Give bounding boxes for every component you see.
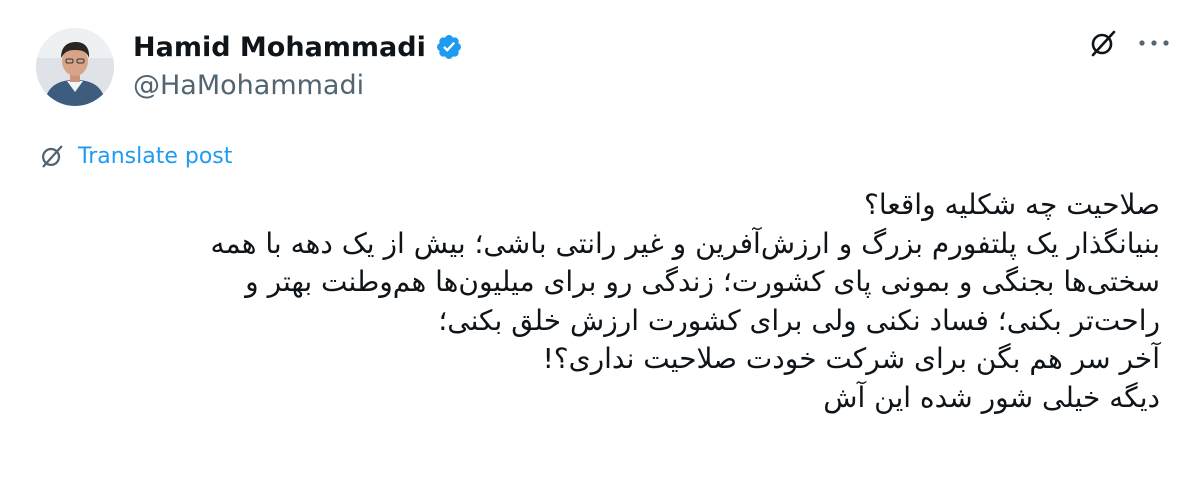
grok-icon[interactable] [1088, 28, 1118, 58]
author-name-row: Hamid Mohammadi [133, 29, 463, 65]
post-text-line: سختی‌ها بجنگی و بمونی پای کشورت؛ زندگی ر… [245, 265, 1160, 298]
post-text-line: راحت‌تر بکنی؛ فساد نکنی ولی برای کشورت ا… [438, 303, 1160, 337]
more-options-icon[interactable] [1138, 38, 1170, 48]
translate-post-link[interactable]: Translate post [38, 141, 232, 171]
verified-badge-icon[interactable] [435, 33, 463, 61]
avatar[interactable] [36, 28, 114, 106]
translate-post-label[interactable]: Translate post [78, 144, 232, 169]
author-display-name[interactable]: Hamid Mohammadi [133, 32, 426, 63]
post-text-line: آخر سر هم بگن برای شرکت خودت صلاحیت ندار… [542, 342, 1160, 375]
post-text-line: صلاحیت چه شکلیه واقعا؟ [864, 188, 1160, 221]
post-text-line: بنیانگذار یک پلتفورم بزرگ و ارزش‌آفرین و… [210, 226, 1161, 260]
post-text: صلاحیت چه شکلیه واقعا؟ بنیانگذار یک پلتف… [40, 186, 1161, 417]
post-actions [1088, 28, 1170, 58]
post-text-line: دیگه خیلی شور شده این آش [823, 380, 1160, 414]
grok-translate-icon [38, 142, 66, 170]
post-card: Hamid Mohammadi @HaMohammadi Translate p… [0, 0, 1200, 482]
author-handle[interactable]: @HaMohammadi [133, 70, 364, 101]
